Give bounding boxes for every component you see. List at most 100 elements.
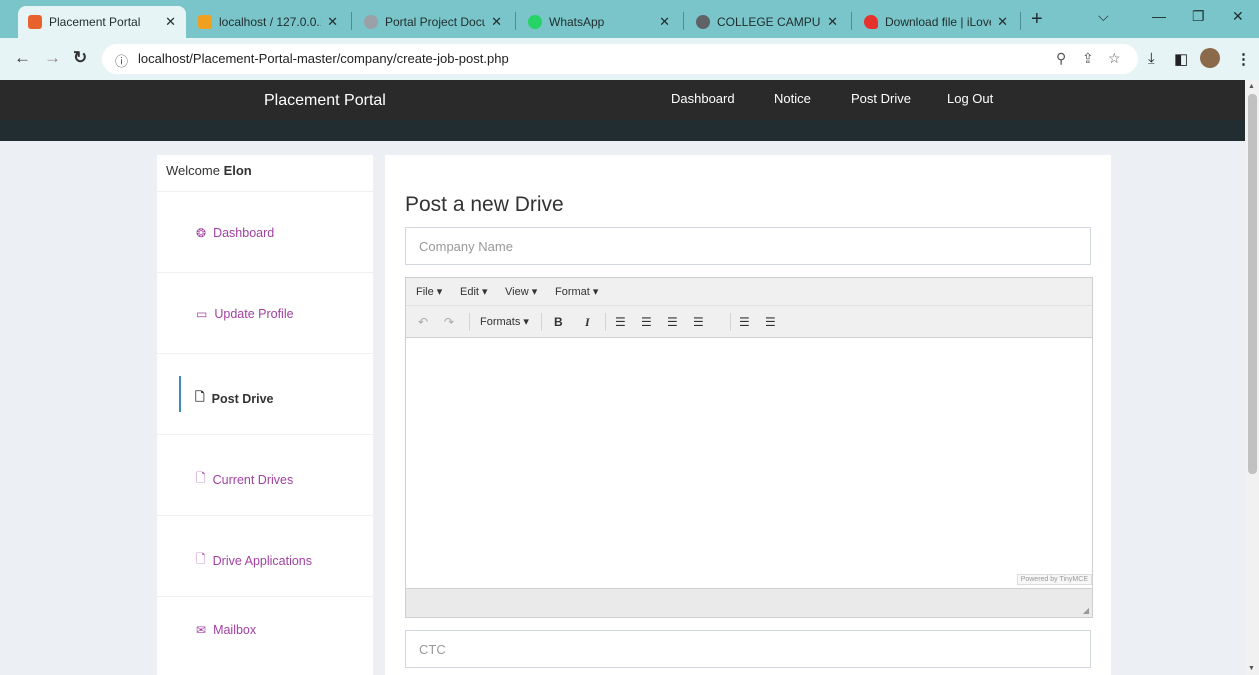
sidebar-item-label: Post Drive [211,391,274,406]
scrollbar-thumb[interactable] [1248,94,1257,474]
tab-title: Portal Project Docum [385,15,486,29]
reload-icon[interactable]: ↻ [73,48,87,68]
align-center-icon[interactable]: ☰ [641,315,652,329]
profile-avatar[interactable] [1200,48,1220,68]
rich-text-editor[interactable]: File ▾ Edit ▾ View ▾ Format ▾ ↶ ↷ Format… [405,277,1093,618]
tab-title: localhost / 127.0.0.1 / [219,15,321,29]
back-arrow-icon[interactable]: ← [14,48,31,68]
monitor-icon: ▭ [196,307,208,321]
globe-favicon-icon [696,15,710,29]
sidebar-item-post-drive[interactable]: 🗋 Post Drive [157,353,373,434]
sidebar-item-current-drives[interactable]: 🗋 Current Drives [157,434,373,515]
company-name-input[interactable] [406,228,1090,264]
close-icon[interactable]: ✕ [327,14,338,30]
placement-portal-favicon-icon [28,15,42,29]
editor-menu-file[interactable]: File ▾ [416,285,442,298]
sidebar-item-label: Dashboard [213,226,275,240]
browser-tab[interactable]: Placement Portal ✕ [18,6,186,38]
download-icon[interactable]: ⤓ [1148,50,1155,67]
sidebar-item-dashboard[interactable]: ❂ Dashboard [157,191,373,272]
align-right-icon[interactable]: ☰ [667,315,678,329]
nav-link-post-drive[interactable]: Post Drive [851,91,911,106]
redo-icon[interactable]: ↷ [444,315,454,329]
welcome-prefix: Welcome [166,163,220,178]
browser-tab[interactable]: WhatsApp ✕ [518,6,680,38]
bold-icon[interactable]: B [554,315,563,329]
globe-favicon-icon [364,15,378,29]
page-scrollbar[interactable]: ▲ ▼ [1245,80,1259,675]
align-justify-icon[interactable]: ☰ [693,315,704,329]
file-icon: 🗋 [196,471,206,485]
whatsapp-favicon-icon [528,15,542,29]
sidebar-item-label: Drive Applications [212,553,313,568]
envelope-icon: ✉ [196,623,207,637]
welcome-message: Welcome Elon [166,163,252,178]
sidebar-item-label: Update Profile [214,307,294,321]
browser-tab[interactable]: localhost / 127.0.0.1 / ✕ [188,6,348,38]
tab-title: COLLEGE CAMPUS RE [717,15,821,29]
scroll-up-icon[interactable]: ▲ [1248,83,1255,90]
url-text[interactable]: localhost/Placement-Portal-master/compan… [138,51,509,66]
close-icon[interactable]: ✕ [997,14,1008,30]
tab-title: Download file | iLove [885,15,992,29]
browser-tab[interactable]: Portal Project Docum ✕ [354,6,512,38]
browser-tab[interactable]: COLLEGE CAMPUS RE ✕ [686,6,848,38]
sidebar-item-drive-applications[interactable]: 🗋 Drive Applications [157,515,373,596]
close-icon[interactable]: ✕ [165,14,176,30]
new-tab-plus-icon[interactable]: + [1031,8,1043,31]
tab-search-chevron-icon[interactable]: ⌵ [1098,8,1109,25]
indent-icon[interactable]: ☰ [765,315,776,329]
scroll-down-icon[interactable]: ▼ [1248,665,1255,672]
close-icon[interactable]: ✕ [491,14,502,30]
page-title: Post a new Drive [405,193,564,216]
sidebar-item-mailbox[interactable]: ✉ Mailbox [157,596,373,675]
main-panel: Post a new Drive File ▾ Edit ▾ View ▾ Fo… [385,155,1111,675]
window-close-icon[interactable]: ✕ [1232,8,1244,25]
kebab-menu-icon[interactable]: ⋮ [1236,50,1251,68]
editor-menubar: File ▾ Edit ▾ View ▾ Format ▾ [406,278,1092,306]
close-icon[interactable]: ✕ [827,14,838,30]
nav-link-dashboard[interactable]: Dashboard [671,91,735,106]
formats-dropdown[interactable]: Formats ▾ [480,315,529,328]
company-name-field[interactable] [405,227,1091,265]
outdent-icon[interactable]: ☰ [739,315,750,329]
sidebar-item-label: Current Drives [212,472,294,487]
restore-icon[interactable]: ❐ [1192,8,1205,25]
forward-arrow-icon[interactable]: → [44,48,61,68]
align-left-icon[interactable]: ☰ [615,315,626,329]
file-icon: 🗋 [195,390,205,404]
powered-by-label[interactable]: Powered by TinyMCE [1016,574,1092,585]
page-content: Placement Portal Dashboard Notice Post D… [0,80,1245,675]
share-icon[interactable]: ⇪ [1082,50,1094,67]
info-icon[interactable]: ⓘ [115,51,128,70]
zoom-icon[interactable]: ⚲ [1056,50,1066,67]
editor-statusbar: ◢ [406,588,1092,617]
tab-title: WhatsApp [549,15,605,29]
sidebar-item-update-profile[interactable]: ▭ Update Profile [157,272,373,353]
ctc-input[interactable] [406,631,1090,667]
browser-tab-strip: Placement Portal ✕ localhost / 127.0.0.1… [0,0,1259,38]
nav-link-logout[interactable]: Log Out [947,91,993,106]
brand-logo[interactable]: Placement Portal [264,92,386,110]
resize-handle-icon[interactable]: ◢ [1083,606,1089,615]
address-bar[interactable]: ⓘ localhost/Placement-Portal-master/comp… [102,44,1138,74]
editor-menu-format[interactable]: Format ▾ [555,285,598,298]
ctc-field[interactable] [405,630,1091,668]
undo-icon[interactable]: ↶ [418,315,428,329]
sidebar-item-label: Mailbox [213,623,257,637]
sidebar: Welcome Elon ❂ Dashboard ▭ Update Profile … [157,155,373,675]
browser-tab[interactable]: Download file | iLove ✕ [854,6,1018,38]
side-panel-icon[interactable]: ◧ [1174,50,1188,68]
editor-menu-view[interactable]: View ▾ [505,285,537,298]
user-name: Elon [223,163,252,178]
editor-content-area[interactable]: Powered by TinyMCE [406,339,1092,588]
nav-link-notice[interactable]: Notice [774,91,811,106]
editor-menu-edit[interactable]: Edit ▾ [460,285,488,298]
bookmark-star-icon[interactable]: ☆ [1108,50,1121,67]
editor-toolbar: ↶ ↷ Formats ▾ B I ☰ ☰ ☰ ☰ ☰ ☰ [406,306,1092,338]
top-navbar: Placement Portal Dashboard Notice Post D… [0,80,1245,141]
minimize-icon[interactable]: — [1152,8,1166,24]
close-icon[interactable]: ✕ [659,14,670,30]
phpmyadmin-favicon-icon [198,15,212,29]
italic-icon[interactable]: I [585,315,590,330]
